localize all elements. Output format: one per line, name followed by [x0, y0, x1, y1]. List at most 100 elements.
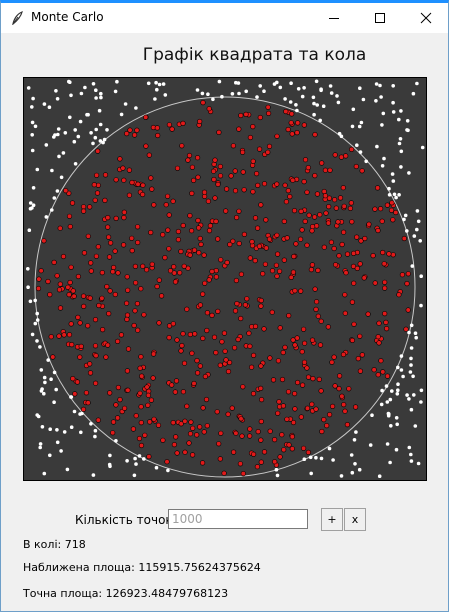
- point-inside: [396, 292, 402, 298]
- chart-title: Графік квадрата та кола: [142, 45, 367, 65]
- point-inside: [174, 337, 180, 343]
- point-inside: [78, 343, 84, 350]
- point-inside: [151, 202, 157, 208]
- point-inside: [335, 219, 341, 225]
- point-inside: [113, 215, 119, 221]
- point-outside: [357, 467, 362, 472]
- point-inside: [107, 240, 114, 246]
- point-inside: [329, 359, 335, 365]
- point-inside: [217, 173, 224, 179]
- point-inside: [67, 224, 73, 230]
- point-outside: [38, 442, 43, 446]
- point-outside: [384, 384, 389, 388]
- close-button[interactable]: [403, 3, 449, 33]
- point-outside: [361, 97, 366, 102]
- point-inside: [171, 270, 177, 276]
- point-inside: [375, 185, 381, 191]
- point-inside: [240, 149, 246, 155]
- point-inside: [240, 169, 246, 175]
- point-inside: [124, 312, 131, 318]
- point-inside: [347, 205, 354, 211]
- point-inside: [224, 186, 230, 192]
- point-outside: [354, 430, 358, 434]
- point-outside: [300, 94, 305, 99]
- minimize-button[interactable]: [311, 3, 357, 33]
- point-inside: [274, 232, 280, 238]
- point-outside: [374, 99, 378, 103]
- point-inside: [127, 127, 133, 133]
- point-inside: [299, 349, 305, 355]
- point-inside: [106, 311, 112, 317]
- point-outside: [390, 172, 395, 176]
- point-inside: [182, 418, 188, 424]
- point-inside: [138, 420, 144, 426]
- point-inside: [227, 241, 233, 248]
- point-outside: [65, 467, 70, 472]
- point-inside: [333, 205, 339, 211]
- point-inside: [195, 217, 201, 224]
- point-inside: [160, 437, 166, 443]
- point-inside: [295, 120, 301, 126]
- point-outside: [40, 425, 45, 429]
- point-inside: [349, 299, 356, 305]
- add-points-button[interactable]: +: [321, 508, 343, 531]
- point-inside: [238, 315, 244, 322]
- point-inside: [196, 250, 202, 256]
- point-inside: [310, 224, 316, 230]
- point-inside: [332, 152, 338, 158]
- monte-carlo-plot: [23, 77, 427, 481]
- point-inside: [322, 167, 329, 173]
- point-inside: [105, 234, 112, 240]
- point-inside: [179, 343, 185, 349]
- point-inside: [156, 320, 162, 326]
- point-outside: [98, 122, 103, 127]
- point-outside: [133, 456, 137, 461]
- point-outside: [355, 143, 359, 147]
- point-inside: [237, 461, 243, 467]
- clear-button[interactable]: x: [344, 508, 366, 531]
- point-outside: [407, 397, 411, 401]
- point-inside: [146, 454, 152, 460]
- point-inside: [389, 200, 395, 206]
- point-inside: [99, 295, 105, 301]
- point-inside: [250, 158, 256, 164]
- point-outside: [394, 447, 399, 452]
- point-inside: [205, 198, 211, 204]
- minimize-icon: [328, 12, 340, 24]
- point-outside: [55, 189, 60, 193]
- point-outside: [364, 159, 369, 164]
- point-inside: [266, 110, 272, 117]
- point-inside: [219, 339, 225, 345]
- point-inside: [87, 295, 93, 301]
- point-inside: [146, 152, 152, 158]
- point-inside: [232, 188, 239, 194]
- point-inside: [328, 239, 335, 245]
- point-inside: [238, 112, 244, 119]
- point-outside: [26, 285, 30, 289]
- point-inside: [351, 321, 357, 327]
- point-count-input[interactable]: [168, 509, 308, 529]
- point-inside: [211, 334, 218, 340]
- point-outside: [93, 135, 98, 140]
- point-outside: [230, 92, 235, 96]
- point-inside: [287, 193, 293, 200]
- maximize-button[interactable]: [357, 3, 403, 33]
- point-inside: [381, 261, 387, 267]
- point-inside: [276, 399, 282, 405]
- point-inside: [172, 389, 178, 395]
- point-inside: [289, 111, 295, 117]
- point-inside: [215, 181, 221, 187]
- point-inside: [85, 400, 91, 406]
- point-outside: [244, 89, 248, 94]
- point-inside: [54, 273, 60, 279]
- point-inside: [189, 190, 195, 196]
- point-inside: [298, 414, 304, 420]
- point-outside: [294, 103, 298, 107]
- point-outside: [42, 102, 47, 106]
- point-outside: [69, 395, 73, 399]
- point-inside: [180, 222, 186, 229]
- point-inside: [125, 346, 132, 352]
- point-inside: [332, 383, 338, 389]
- point-outside: [312, 112, 316, 117]
- point-inside: [277, 325, 283, 331]
